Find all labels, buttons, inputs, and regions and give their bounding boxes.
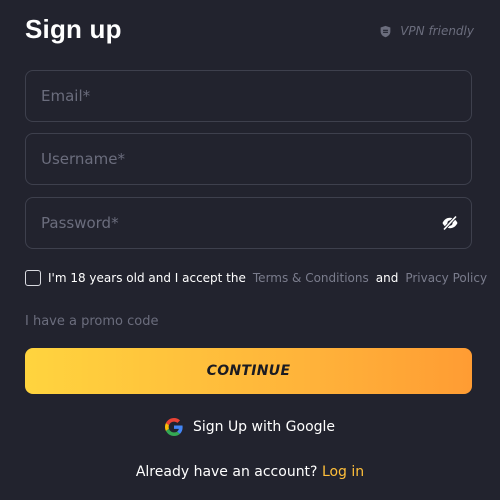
terms-row: I'm 18 years old and I accept the Terms … [25,270,487,286]
shield-icon [380,25,391,37]
eye-slash-icon[interactable] [441,214,459,232]
terms-checkbox[interactable] [25,270,41,286]
login-link[interactable]: Log in [322,464,364,480]
username-field[interactable] [25,133,472,185]
google-signup-label: Sign Up with Google [192,419,336,435]
password-input[interactable] [41,214,421,232]
username-input[interactable] [41,150,421,168]
vpn-label: VPN friendly [400,24,474,38]
terms-text: I'm 18 years old and I accept the [48,271,246,285]
google-signup-button[interactable]: Sign Up with Google [0,418,500,436]
terms-link[interactable]: Terms & Conditions [253,271,369,285]
password-field[interactable] [25,197,472,249]
login-prompt-text: Already have an account? [135,464,318,480]
google-icon [164,418,183,436]
page-title: Sign up [25,14,122,44]
terms-and: and [375,271,399,285]
promo-code-toggle[interactable]: I have a promo code [25,314,158,329]
login-prompt: Already have an account? Log in [0,464,500,480]
email-field[interactable] [25,70,472,122]
privacy-link[interactable]: Privacy Policy [405,271,487,285]
vpn-badge: VPN friendly [379,24,474,38]
email-input[interactable] [41,87,421,105]
continue-button[interactable]: CONTINUE [25,348,472,394]
